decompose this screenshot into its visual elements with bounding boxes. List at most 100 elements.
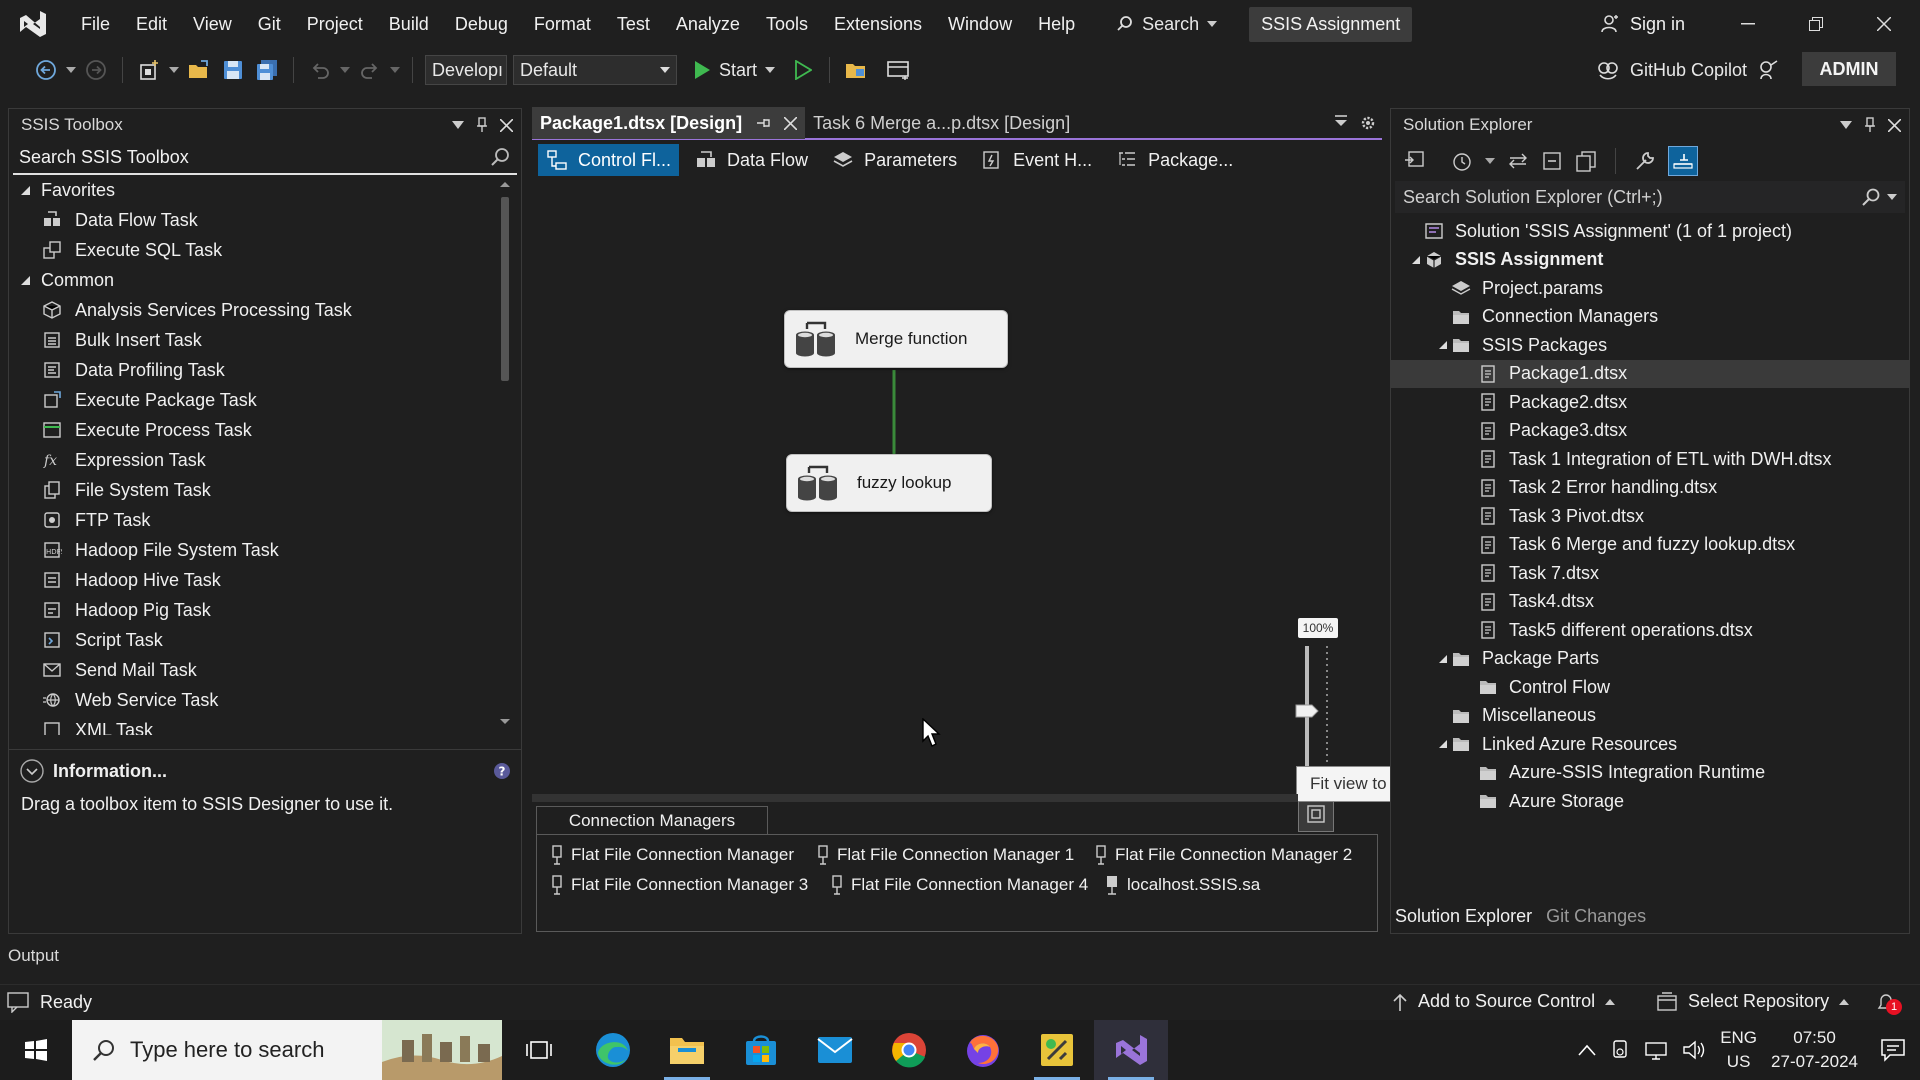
settings-gear-icon[interactable] [1360, 115, 1376, 131]
solution-tree-item[interactable]: Task 2 Error handling.dtsx [1391, 474, 1909, 503]
chevron-down-icon[interactable] [390, 67, 400, 73]
chevron-down-icon[interactable] [1485, 158, 1495, 164]
toolbox-item-file-system-task[interactable]: File System Task [9, 475, 521, 505]
layout-button[interactable] [884, 56, 912, 84]
zoom-slider[interactable] [1294, 642, 1342, 782]
help-icon[interactable]: ? [493, 762, 511, 780]
ssis-toolbox-search-input[interactable]: Search SSIS Toolbox [13, 141, 517, 175]
connection-manager-item[interactable]: Flat File Connection Manager 2 [1095, 845, 1352, 865]
taskbar-sql-server-tools[interactable] [1020, 1020, 1094, 1080]
solution-tree-item[interactable]: Task 6 Merge and fuzzy lookup.dtsx [1391, 531, 1909, 560]
preview-selected-items-button[interactable] [1668, 146, 1698, 176]
connection-managers-tab[interactable]: Connection Managers [536, 806, 768, 834]
solution-tree-item[interactable]: Package1.dtsx [1391, 359, 1909, 388]
navigate-forward-button[interactable] [82, 56, 110, 84]
toolbox-item-xml-task[interactable]: XML Task [9, 715, 521, 735]
solution-tree-item[interactable]: Package3.dtsx [1391, 417, 1909, 446]
select-repository-button[interactable]: Select Repository [1656, 991, 1850, 1012]
sync-icon[interactable] [1507, 150, 1529, 172]
menu-window[interactable]: Window [935, 0, 1025, 48]
menu-debug[interactable]: Debug [442, 0, 521, 48]
solution-tree-item[interactable]: Task 7.dtsx [1391, 559, 1909, 588]
connection-manager-item[interactable]: localhost.SSIS.sa [1105, 875, 1260, 895]
show-all-files-icon[interactable] [1575, 150, 1597, 172]
device-icon[interactable] [1610, 1039, 1630, 1061]
visual-studio-logo-icon[interactable] [16, 7, 50, 41]
navigate-back-button[interactable] [32, 56, 60, 84]
chevron-down-icon[interactable] [169, 67, 179, 73]
menu-test[interactable]: Test [604, 0, 663, 48]
restore-button[interactable] [1782, 0, 1850, 48]
menu-file[interactable]: File [68, 0, 123, 48]
solution-tree-item[interactable]: Azure-SSIS Integration Runtime [1391, 759, 1909, 788]
input-language-indicator[interactable]: ENG US [1720, 1026, 1757, 1074]
chevron-down-icon[interactable] [340, 67, 350, 73]
notifications-button[interactable]: 1 [1874, 991, 1902, 1015]
taskbar-firefox[interactable] [946, 1020, 1020, 1080]
solution-tree-item[interactable]: Task 3 Pivot.dtsx [1391, 502, 1909, 531]
toolbox-item-data-profiling-task[interactable]: Data Profiling Task [9, 355, 521, 385]
close-icon[interactable] [1888, 118, 1901, 132]
start-debugging-button[interactable]: Start [693, 60, 776, 81]
toolbox-group-favorites[interactable]: Favorites [9, 175, 521, 205]
browse-button[interactable] [842, 56, 870, 84]
taskbar-file-explorer[interactable] [650, 1020, 724, 1080]
menu-help[interactable]: Help [1025, 0, 1088, 48]
pin-icon[interactable] [1864, 117, 1876, 133]
undo-button[interactable] [306, 56, 334, 84]
dropdown-icon[interactable] [452, 121, 464, 129]
notification-center-icon[interactable] [1880, 1038, 1906, 1062]
task-merge-function[interactable]: Merge function [784, 310, 1008, 368]
control-flow-canvas[interactable]: Merge function fuzzy lookup 100% [532, 182, 1382, 832]
task-fuzzy-lookup[interactable]: fuzzy lookup [786, 454, 992, 512]
output-tab[interactable]: Output [8, 946, 59, 966]
task-view-button[interactable] [502, 1020, 576, 1080]
solution-tree-item[interactable]: Task4.dtsx [1391, 588, 1909, 617]
solution-tree-item[interactable]: Azure Storage [1391, 787, 1909, 816]
solution-tree-item[interactable]: Solution 'SSIS Assignment' (1 of 1 proje… [1391, 217, 1909, 246]
solution-tree-item[interactable]: Connection Managers [1391, 303, 1909, 332]
account-badge[interactable]: ADMIN [1802, 52, 1896, 86]
feedback-icon[interactable] [1757, 59, 1779, 81]
solution-tree-item[interactable]: SSIS Assignment [1391, 246, 1909, 275]
expand-arrow-icon[interactable] [1436, 340, 1450, 350]
menu-format[interactable]: Format [521, 0, 604, 48]
properties-wrench-icon[interactable] [1634, 150, 1656, 172]
toolbox-item-hadoop-pig-task[interactable]: Hadoop Pig Task [9, 595, 521, 625]
tab-event-handlers[interactable]: Event H... [973, 144, 1100, 176]
tab-parameters[interactable]: Parameters [824, 144, 965, 176]
tab-task6-design[interactable]: Task 6 Merge a...p.dtsx [Design] [805, 107, 1117, 139]
tab-control-flow[interactable]: Control Fl... [538, 144, 680, 176]
toolbox-item-execute-package-task[interactable]: Execute Package Task [9, 385, 521, 415]
toolbox-item-hadoop-hive-task[interactable]: Hadoop Hive Task [9, 565, 521, 595]
solution-tree-item[interactable]: Task5 different operations.dtsx [1391, 616, 1909, 645]
start-button[interactable] [0, 1020, 72, 1080]
canvas-horizontal-scrollbar[interactable] [532, 794, 1298, 802]
menu-view[interactable]: View [180, 0, 245, 48]
save-all-button[interactable] [253, 56, 281, 84]
solution-configuration-combo[interactable]: Developı [425, 55, 507, 85]
toolbox-item-execute-sql-task[interactable]: Execute SQL Task [9, 235, 521, 265]
toolbox-item-data-flow-task[interactable]: Data Flow Task [9, 205, 521, 235]
tab-list-dropdown-icon[interactable] [1334, 115, 1348, 127]
collapse-all-icon[interactable] [1541, 150, 1563, 172]
close-icon[interactable] [500, 118, 513, 132]
connection-manager-item[interactable]: Flat File Connection Manager 3 [551, 875, 808, 895]
add-to-source-control-button[interactable]: Add to Source Control [1392, 991, 1616, 1012]
chevron-down-icon[interactable] [66, 67, 76, 73]
taskbar-mail[interactable] [798, 1020, 872, 1080]
toolbox-item-bulk-insert-task[interactable]: Bulk Insert Task [9, 325, 521, 355]
menu-project[interactable]: Project [294, 0, 376, 48]
expand-arrow-icon[interactable] [1436, 739, 1450, 749]
menu-extensions[interactable]: Extensions [821, 0, 935, 48]
minimize-button[interactable] [1714, 0, 1782, 48]
close-icon[interactable] [784, 116, 798, 130]
github-copilot-button[interactable]: GitHub Copilot [1596, 48, 1779, 92]
zoom-slider-thumb[interactable] [1295, 704, 1319, 718]
solution-tree-item[interactable]: Linked Azure Resources [1391, 730, 1909, 759]
solution-tree-item[interactable]: SSIS Packages [1391, 331, 1909, 360]
chevron-up-icon[interactable] [1578, 1044, 1596, 1056]
volume-icon[interactable] [1682, 1039, 1706, 1061]
pending-changes-filter-icon[interactable] [1451, 150, 1473, 172]
open-file-button[interactable] [185, 56, 213, 84]
